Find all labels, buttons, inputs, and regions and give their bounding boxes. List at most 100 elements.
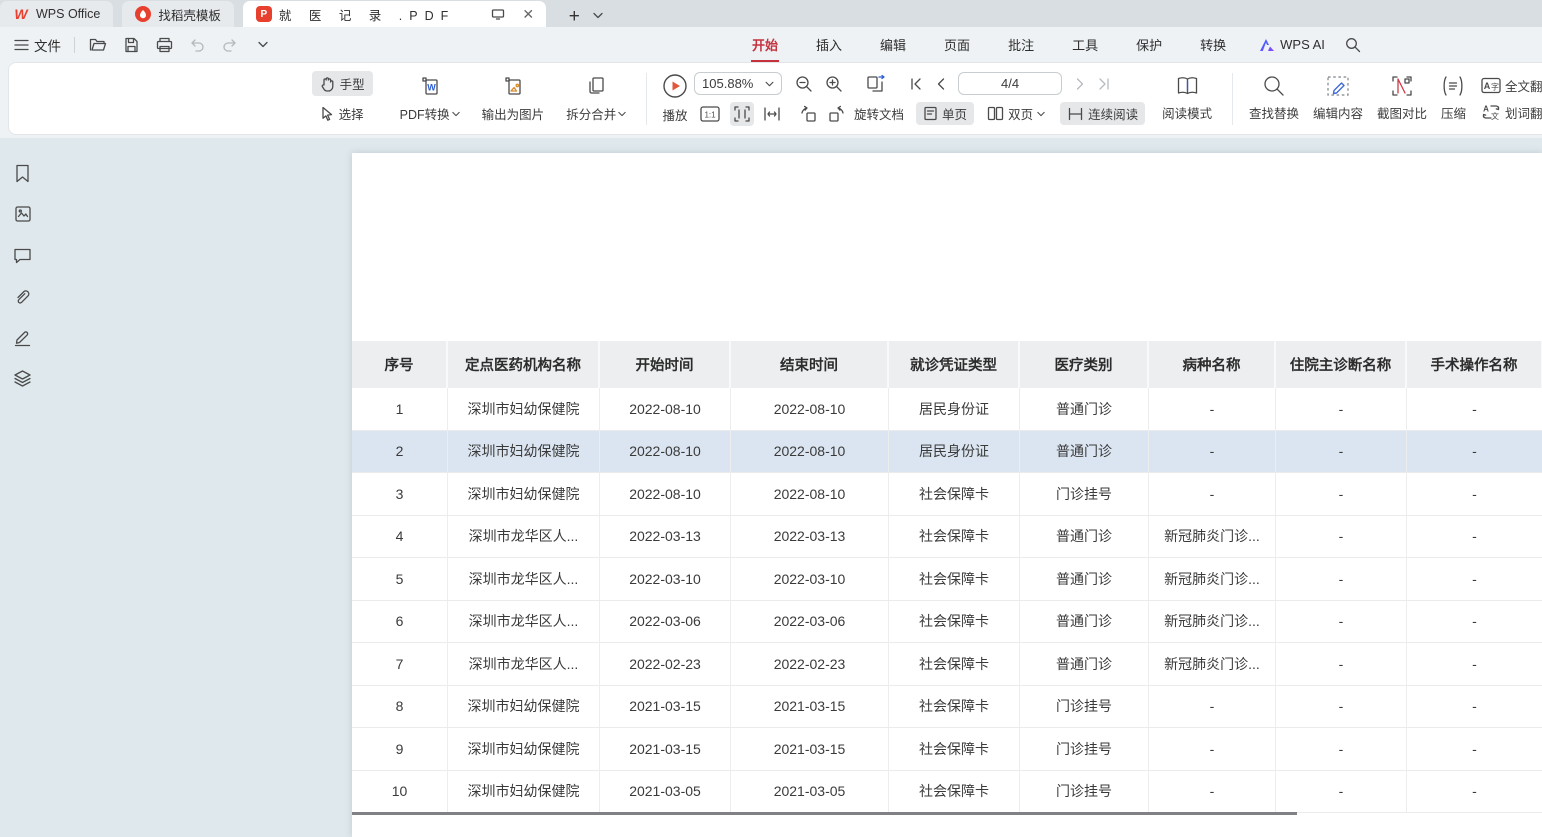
table-row[interactable]: 1深圳市妇幼保健院2022-08-102022-08-10居民身份证普通门诊--… <box>352 388 1542 431</box>
tab-list-chevron-down-icon[interactable] <box>588 5 608 25</box>
zoom-out-button[interactable] <box>792 72 816 96</box>
single-page-label: 单页 <box>942 104 967 123</box>
rotate-doc-label[interactable]: 旋转文档 <box>854 104 904 123</box>
page-number-input[interactable]: 4/4 <box>958 72 1062 95</box>
table-row[interactable]: 7深圳市龙华区人...2022-02-232022-02-23社会保障卡普通门诊… <box>352 643 1542 686</box>
table-row[interactable]: 10深圳市妇幼保健院2021-03-052021-03-05社会保障卡门诊挂号-… <box>352 771 1542 814</box>
fit-page-button[interactable] <box>730 102 754 126</box>
fit-width-button[interactable] <box>760 102 784 126</box>
table-cell: 深圳市龙华区人... <box>448 516 600 559</box>
actual-size-button[interactable]: 1:1 <box>698 102 722 126</box>
table-row[interactable]: 2深圳市妇幼保健院2022-08-102022-08-10居民身份证普通门诊--… <box>352 431 1542 474</box>
compress-button[interactable]: 压缩 <box>1434 75 1473 122</box>
table-row[interactable]: 5深圳市龙华区人...2022-03-102022-03-10社会保障卡普通门诊… <box>352 558 1542 601</box>
bookmark-icon[interactable] <box>12 162 34 184</box>
zoom-in-button[interactable] <box>822 72 846 96</box>
tab-wps-office[interactable]: W WPS Office <box>0 1 113 27</box>
table-cell: - <box>1149 771 1276 814</box>
table-cell: 普通门诊 <box>1020 431 1149 474</box>
prev-page-button[interactable] <box>928 72 952 96</box>
save-button[interactable] <box>121 35 141 55</box>
close-icon[interactable]: ✕ <box>518 4 538 24</box>
menu-item[interactable]: 转换 <box>1181 27 1245 62</box>
menu-item[interactable]: 页面 <box>925 27 989 62</box>
column-header: 就诊凭证类型 <box>889 341 1020 388</box>
table-cell: 8 <box>352 686 448 729</box>
last-page-button[interactable] <box>1092 72 1116 96</box>
pdf-convert-button[interactable]: W PDF转换 <box>389 74 471 123</box>
print-button[interactable] <box>154 35 174 55</box>
redo-button[interactable] <box>220 35 240 55</box>
table-row[interactable]: 8深圳市妇幼保健院2021-03-152021-03-15社会保障卡门诊挂号--… <box>352 686 1542 729</box>
table-cell: 深圳市妇幼保健院 <box>448 686 600 729</box>
edit-content-button[interactable]: 编辑内容 <box>1306 75 1370 122</box>
single-page-button[interactable]: 单页 <box>916 102 974 125</box>
word-translate-label: 划词翻译 <box>1505 103 1542 122</box>
search-icon <box>1263 75 1285 97</box>
table-cell: 2022-03-13 <box>731 516 889 559</box>
thumbnail-icon[interactable] <box>12 203 34 225</box>
zoom-level-select[interactable]: 105.88% <box>694 72 782 95</box>
table-row[interactable]: 9深圳市妇幼保健院2021-03-152021-03-15社会保障卡门诊挂号--… <box>352 728 1542 771</box>
split-merge-button[interactable]: 拆分合并 <box>555 74 637 123</box>
open-file-button[interactable] <box>88 35 108 55</box>
table-cell: 7 <box>352 643 448 686</box>
export-image-button[interactable]: 输出为图片 <box>471 74 556 123</box>
swap-pages-button[interactable] <box>864 72 888 96</box>
export-image-label: 输出为图片 <box>482 104 545 123</box>
tab-docer-templates[interactable]: 找稻壳模板 <box>122 1 234 27</box>
table-row[interactable]: 4深圳市龙华区人...2022-03-132022-03-13社会保障卡普通门诊… <box>352 516 1542 559</box>
sign-pen-icon[interactable] <box>12 326 34 348</box>
menu-item[interactable]: 批注 <box>989 27 1053 62</box>
table-cell: 6 <box>352 601 448 644</box>
double-page-button[interactable]: 双页 <box>980 102 1052 125</box>
table-cell: 社会保障卡 <box>889 686 1020 729</box>
table-cell: - <box>1149 686 1276 729</box>
tab-medical-record-pdf[interactable]: P 就 医 记 录 .PDF ✕ <box>243 1 546 27</box>
hand-tool-button[interactable]: 手型 <box>312 71 373 96</box>
table-row[interactable]: 3深圳市妇幼保健院2022-08-102022-08-10社会保障卡门诊挂号--… <box>352 473 1542 516</box>
screenshot-compare-button[interactable]: 截图对比 <box>1370 75 1434 122</box>
translate-icon: A 字 <box>1481 77 1501 94</box>
rotate-right-button[interactable] <box>824 102 848 126</box>
undo-button[interactable] <box>187 35 207 55</box>
wps-ai-label: WPS AI <box>1280 37 1325 52</box>
word-translate-button[interactable]: A 文 划词翻译 <box>1481 103 1542 122</box>
double-page-label: 双页 <box>1008 104 1033 123</box>
find-replace-button[interactable]: 查找替换 <box>1242 75 1306 122</box>
table-cell: 2021-03-15 <box>731 728 889 771</box>
ribbon-toolbar: 手型 选择 W PDF转换 输出为图片 拆分合并 <box>8 62 1542 135</box>
next-page-button[interactable] <box>1068 72 1092 96</box>
rotate-left-button[interactable] <box>796 102 820 126</box>
continuous-read-button[interactable]: 连续阅读 <box>1060 102 1145 125</box>
monitor-icon[interactable] <box>488 4 508 24</box>
full-translate-button[interactable]: A 字 全文翻译 <box>1481 76 1542 95</box>
divider <box>74 37 75 53</box>
attachment-icon[interactable] <box>12 285 34 307</box>
table-cell: 居民身份证 <box>889 388 1020 431</box>
first-page-button[interactable] <box>904 72 928 96</box>
menu-item[interactable]: 工具 <box>1053 27 1117 62</box>
menu-item[interactable]: 编辑 <box>861 27 925 62</box>
play-button[interactable]: 播放 <box>656 73 694 124</box>
read-mode-button[interactable]: 阅读模式 <box>1151 75 1223 122</box>
table-cell: 深圳市妇幼保健院 <box>448 728 600 771</box>
table-cell: 深圳市妇幼保健院 <box>448 771 600 814</box>
menu-item[interactable]: 开始 <box>733 27 797 62</box>
pdf-page[interactable]: 序号定点医药机构名称开始时间结束时间就诊凭证类型医疗类别病种名称住院主诊断名称手… <box>352 153 1542 837</box>
table-row[interactable]: 6深圳市龙华区人...2022-03-062022-03-06社会保障卡普通门诊… <box>352 601 1542 644</box>
file-menu-button[interactable]: 文件 <box>14 35 61 55</box>
comment-icon[interactable] <box>12 244 34 266</box>
file-menu-label: 文件 <box>34 35 61 55</box>
menu-search-button[interactable] <box>1339 37 1367 53</box>
table-cell: 2022-08-10 <box>731 388 889 431</box>
menu-item[interactable]: 保护 <box>1117 27 1181 62</box>
select-tool-button[interactable]: 选择 <box>312 101 373 126</box>
new-tab-plus-icon[interactable]: + <box>564 7 584 27</box>
layers-icon[interactable] <box>12 367 34 389</box>
horizontal-scrollbar[interactable] <box>352 812 1297 815</box>
table-cell: 普通门诊 <box>1020 516 1149 559</box>
menu-wps-ai[interactable]: WPS AI <box>1245 37 1339 52</box>
undo-redo-chevron-down-icon[interactable] <box>253 35 273 55</box>
menu-item[interactable]: 插入 <box>797 27 861 62</box>
